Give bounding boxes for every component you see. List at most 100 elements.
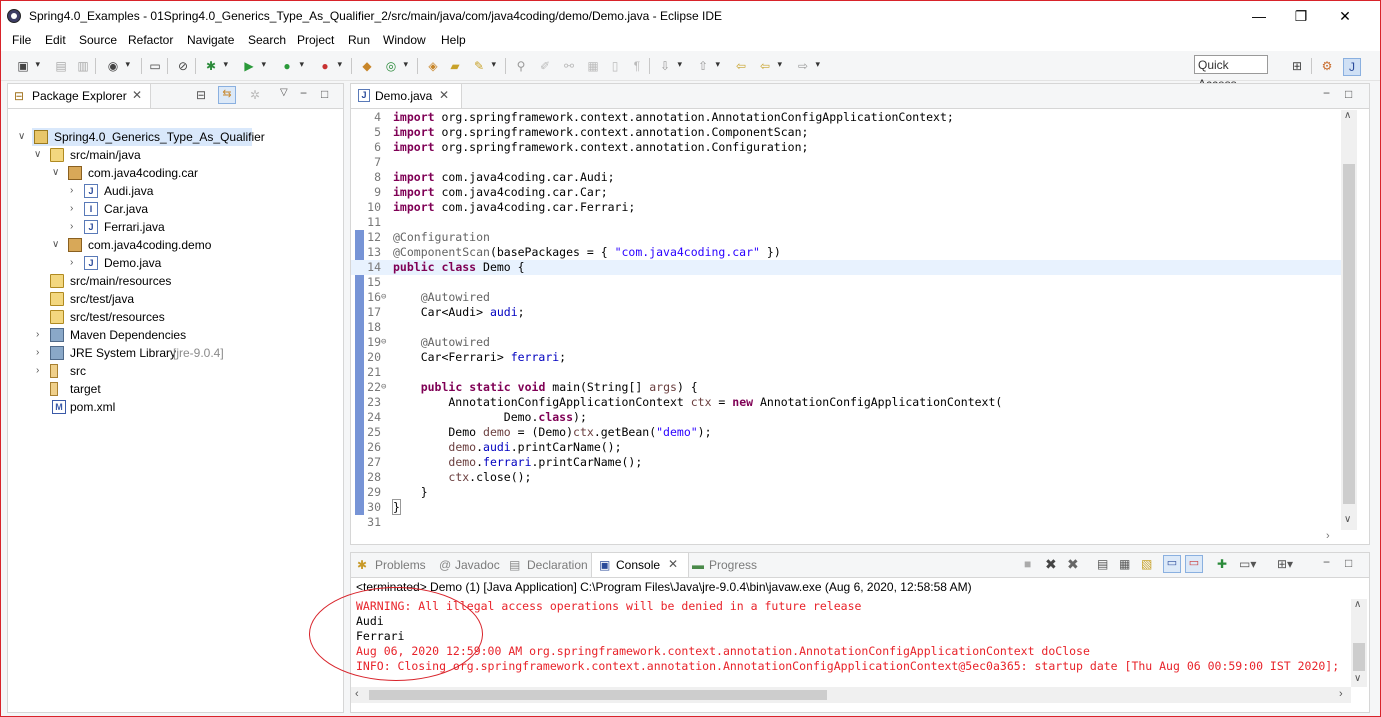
- chevron-left-icon[interactable]: ‹: [355, 688, 359, 700]
- chevron-right-icon[interactable]: ›: [1339, 688, 1343, 700]
- menu-refactor[interactable]: Refactor: [128, 33, 173, 47]
- block-icon[interactable]: ▦: [585, 58, 601, 74]
- tab-declaration[interactable]: Declaration: [527, 558, 588, 572]
- maximize-view-icon[interactable]: □: [1345, 556, 1352, 570]
- menu-run[interactable]: Run: [348, 33, 370, 47]
- chevron-right-icon[interactable]: ›: [70, 182, 80, 200]
- chevron-right-icon[interactable]: ›: [70, 200, 80, 218]
- tab-javadoc[interactable]: Javadoc: [455, 558, 500, 572]
- maximize-view-icon[interactable]: □: [321, 87, 328, 101]
- chevron-up-icon[interactable]: ∧: [1354, 599, 1361, 610]
- java-perspective-icon[interactable]: J: [1343, 58, 1361, 76]
- chevron-down-icon[interactable]: ∨: [1344, 514, 1351, 525]
- open-console-icon[interactable]: ⊞▾: [1277, 557, 1293, 571]
- close-button[interactable]: ✕: [1323, 5, 1367, 27]
- menu-edit[interactable]: Edit: [45, 33, 66, 47]
- scrollbar-thumb[interactable]: [1343, 164, 1355, 504]
- scroll-lock-icon[interactable]: ▦: [1119, 557, 1130, 571]
- pin-console-icon[interactable]: ✚: [1217, 557, 1227, 571]
- toggle-icon[interactable]: ▯: [607, 58, 623, 74]
- search-icon[interactable]: ✎: [471, 58, 496, 74]
- scrollbar-thumb[interactable]: [369, 690, 827, 700]
- remove-launch-icon[interactable]: ✖: [1045, 556, 1057, 573]
- menu-window[interactable]: Window: [383, 33, 426, 47]
- menu-project[interactable]: Project: [297, 33, 334, 47]
- view-menu-icon[interactable]: ▽: [280, 87, 288, 98]
- forward-icon[interactable]: ⇨: [795, 58, 820, 74]
- next-annotation-icon[interactable]: ⇩: [657, 58, 682, 74]
- close-icon[interactable]: ✕: [439, 88, 449, 102]
- new-java-project-icon[interactable]: ◆: [359, 58, 375, 74]
- save-all-icon[interactable]: ▥: [75, 58, 91, 74]
- chevron-right-icon[interactable]: ›: [70, 254, 80, 272]
- external-tools-icon[interactable]: ●: [317, 58, 342, 74]
- chevron-down-icon[interactable]: ∨: [18, 128, 28, 146]
- menu-navigate[interactable]: Navigate: [187, 33, 234, 47]
- chevron-up-icon[interactable]: ∧: [1344, 110, 1351, 121]
- annotation-icon[interactable]: ⚲: [513, 58, 529, 74]
- last-edit-icon[interactable]: ⇦: [733, 58, 749, 74]
- tab-problems[interactable]: Problems: [375, 558, 426, 572]
- chevron-down-icon[interactable]: ∨: [52, 236, 62, 254]
- tab-package-explorer[interactable]: ⊟ Package Explorer ✕: [8, 84, 151, 108]
- minimize-view-icon[interactable]: −: [1323, 86, 1330, 100]
- code-editor[interactable]: 4 import org.springframework.context.anno…: [351, 110, 1341, 530]
- chevron-right-icon[interactable]: ›: [70, 218, 80, 236]
- debug-icon[interactable]: ✱: [203, 58, 228, 74]
- chevron-down-icon[interactable]: ∨: [34, 146, 44, 164]
- show-stdout-icon[interactable]: ▭: [1163, 555, 1181, 573]
- chevron-down-icon[interactable]: ∨: [52, 164, 62, 182]
- display-console-icon[interactable]: ▭▾: [1239, 557, 1256, 571]
- link-editor-icon[interactable]: ⇆: [218, 86, 236, 104]
- run-icon[interactable]: ▶: [241, 58, 266, 74]
- debug-target-icon[interactable]: ◉: [105, 58, 130, 74]
- whitespace-icon[interactable]: ¶: [629, 58, 645, 74]
- tab-progress[interactable]: Progress: [709, 558, 757, 572]
- link-icon[interactable]: ⚯: [561, 58, 577, 74]
- back-icon[interactable]: ⇦: [757, 58, 782, 74]
- menu-file[interactable]: File: [12, 33, 31, 47]
- editor-vertical-scrollbar[interactable]: ∧ ∨: [1341, 110, 1357, 530]
- terminate-icon[interactable]: ■: [1024, 557, 1031, 571]
- new-class-icon[interactable]: ◎: [383, 58, 408, 74]
- minimize-view-icon[interactable]: −: [1323, 555, 1330, 569]
- quick-access-input[interactable]: Quick Access: [1194, 55, 1268, 91]
- new-icon[interactable]: ▣: [15, 58, 40, 74]
- close-icon[interactable]: ✕: [668, 557, 678, 571]
- open-perspective-icon[interactable]: ⊞: [1289, 58, 1305, 74]
- menu-search[interactable]: Search: [248, 33, 286, 47]
- maximize-button[interactable]: ❐: [1279, 5, 1323, 27]
- console-vertical-scrollbar[interactable]: ∧ ∨: [1351, 599, 1367, 687]
- console-horizontal-scrollbar[interactable]: ‹ ›: [351, 687, 1351, 703]
- minimize-view-icon[interactable]: −: [300, 86, 307, 100]
- terminal-icon[interactable]: ▭: [147, 58, 163, 74]
- menu-help[interactable]: Help: [441, 33, 466, 47]
- skip-breakpoints-icon[interactable]: ⊘: [175, 58, 191, 74]
- menu-source[interactable]: Source: [79, 33, 117, 47]
- java-ee-perspective-icon[interactable]: ⚙: [1319, 58, 1335, 74]
- tree-item-project[interactable]: ∨ Spring4.0_Generics_Type_As_Qualifier: [18, 128, 265, 146]
- chevron-right-icon[interactable]: ›: [36, 344, 46, 362]
- minimize-button[interactable]: —: [1237, 5, 1281, 27]
- open-type-icon[interactable]: ◈: [425, 58, 441, 74]
- show-stderr-icon[interactable]: ▭: [1185, 555, 1203, 573]
- clear-console-icon[interactable]: ▤: [1097, 557, 1108, 571]
- chevron-down-icon[interactable]: ∨: [1354, 673, 1361, 684]
- prev-annotation-icon[interactable]: ⇧: [695, 58, 720, 74]
- chevron-right-icon[interactable]: ›: [36, 326, 46, 344]
- tab-demo-java[interactable]: J Demo.java ✕: [351, 84, 462, 108]
- chevron-right-icon[interactable]: ›: [36, 362, 46, 380]
- save-icon[interactable]: ▤: [53, 58, 69, 74]
- remove-all-icon[interactable]: ✖: [1067, 556, 1079, 573]
- collapse-all-icon[interactable]: ⊟: [196, 88, 206, 102]
- scrollbar-thumb[interactable]: [1353, 643, 1365, 671]
- tab-console[interactable]: Console: [616, 558, 660, 572]
- focus-icon[interactable]: ✲: [250, 88, 260, 102]
- close-icon[interactable]: ✕: [132, 88, 142, 102]
- pen-icon[interactable]: ✐: [537, 58, 553, 74]
- word-wrap-icon[interactable]: ▧: [1141, 557, 1152, 571]
- open-folder-icon[interactable]: ▰: [447, 58, 463, 74]
- maximize-view-icon[interactable]: □: [1345, 87, 1352, 101]
- scroll-right-icon[interactable]: ›: [1326, 530, 1330, 542]
- coverage-icon[interactable]: ●: [279, 58, 304, 74]
